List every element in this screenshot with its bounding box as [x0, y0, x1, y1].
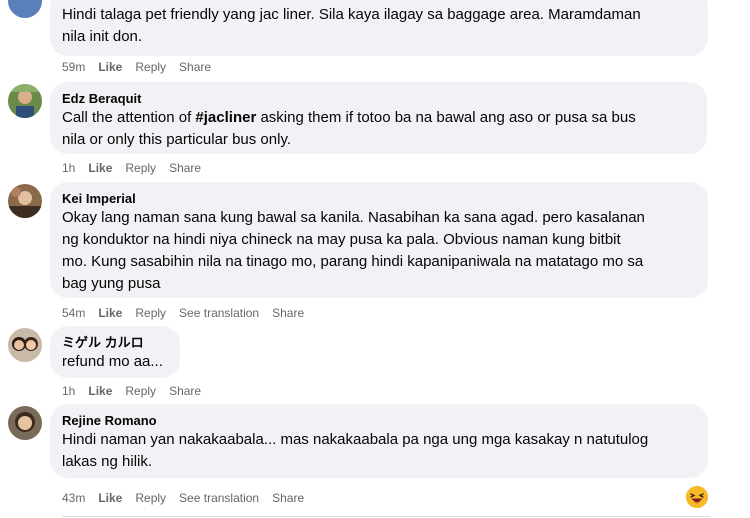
reply-button[interactable]: Reply: [135, 306, 166, 320]
comment-time[interactable]: 59m: [62, 60, 85, 74]
see-translation-button[interactable]: See translation: [179, 491, 259, 505]
comment-author[interactable]: Kei Imperial: [62, 190, 696, 207]
like-button[interactable]: Like: [98, 491, 122, 505]
comment-author[interactable]: Edz Beraquit: [62, 90, 695, 107]
reply-button[interactable]: Reply: [135, 491, 166, 505]
comment-actions: 43m Like Reply See translation Share: [62, 491, 317, 505]
like-button[interactable]: Like: [88, 161, 112, 175]
comment-actions: 59m Like Reply Share: [62, 60, 224, 74]
comment-actions: 54m Like Reply See translation Share: [62, 306, 317, 320]
comment-text: refund mo aa...: [62, 353, 163, 370]
avatar[interactable]: [8, 328, 42, 362]
reply-button[interactable]: Reply: [135, 60, 166, 74]
reply-button[interactable]: Reply: [125, 384, 156, 398]
avatar-image: [8, 406, 42, 440]
text-part: Call the attention of: [62, 109, 196, 126]
comment-text: Okay lang naman sana kung bawal sa kanil…: [62, 209, 645, 292]
like-button[interactable]: Like: [98, 306, 122, 320]
share-button[interactable]: Share: [272, 491, 304, 505]
like-button[interactable]: Like: [88, 384, 112, 398]
comment-author[interactable]: Rejine Romano: [62, 412, 696, 429]
share-button[interactable]: Share: [179, 60, 211, 74]
comment-bubble: Kei Imperial Okay lang naman sana kung b…: [50, 182, 708, 298]
like-button[interactable]: Like: [98, 60, 122, 74]
comment-time[interactable]: 1h: [62, 384, 75, 398]
divider: [62, 516, 710, 517]
avatar[interactable]: [8, 406, 42, 440]
avatar-image: [8, 184, 42, 218]
comment-text: Hindi talaga pet friendly yang jac liner…: [62, 6, 641, 45]
comment-author[interactable]: ミゲル カルロ: [62, 334, 168, 351]
avatar-image: [8, 328, 42, 362]
share-button[interactable]: Share: [169, 384, 201, 398]
comment-time[interactable]: 54m: [62, 306, 85, 320]
comment-time[interactable]: 1h: [62, 161, 75, 175]
avatar[interactable]: [8, 184, 42, 218]
comment-time[interactable]: 43m: [62, 491, 85, 505]
comment-bubble: Rejine Romano Hindi naman yan nakakaabal…: [50, 404, 708, 478]
see-translation-button[interactable]: See translation: [179, 306, 259, 320]
comment-actions: 1h Like Reply Share: [62, 161, 214, 175]
avatar-image: [8, 84, 42, 118]
hashtag-link[interactable]: #jacliner: [195, 109, 256, 126]
comment-actions: 1h Like Reply Share: [62, 384, 214, 398]
laughing-emoji-icon: [686, 486, 708, 508]
avatar[interactable]: [8, 0, 42, 18]
share-button[interactable]: Share: [169, 161, 201, 175]
reply-button[interactable]: Reply: [125, 161, 156, 175]
comment-text: Call the attention of #jacliner asking t…: [62, 107, 695, 151]
comment-bubble: Hindi talaga pet friendly yang jac liner…: [50, 0, 708, 56]
comment-bubble: Edz Beraquit Call the attention of #jacl…: [50, 82, 707, 154]
comment-text: Hindi naman yan nakakaabala... mas nakak…: [62, 431, 649, 470]
laughing-emoji-graphic: [686, 486, 708, 508]
comment-bubble: ミゲル カルロ refund mo aa...: [50, 326, 180, 378]
share-button[interactable]: Share: [272, 306, 304, 320]
avatar[interactable]: [8, 84, 42, 118]
